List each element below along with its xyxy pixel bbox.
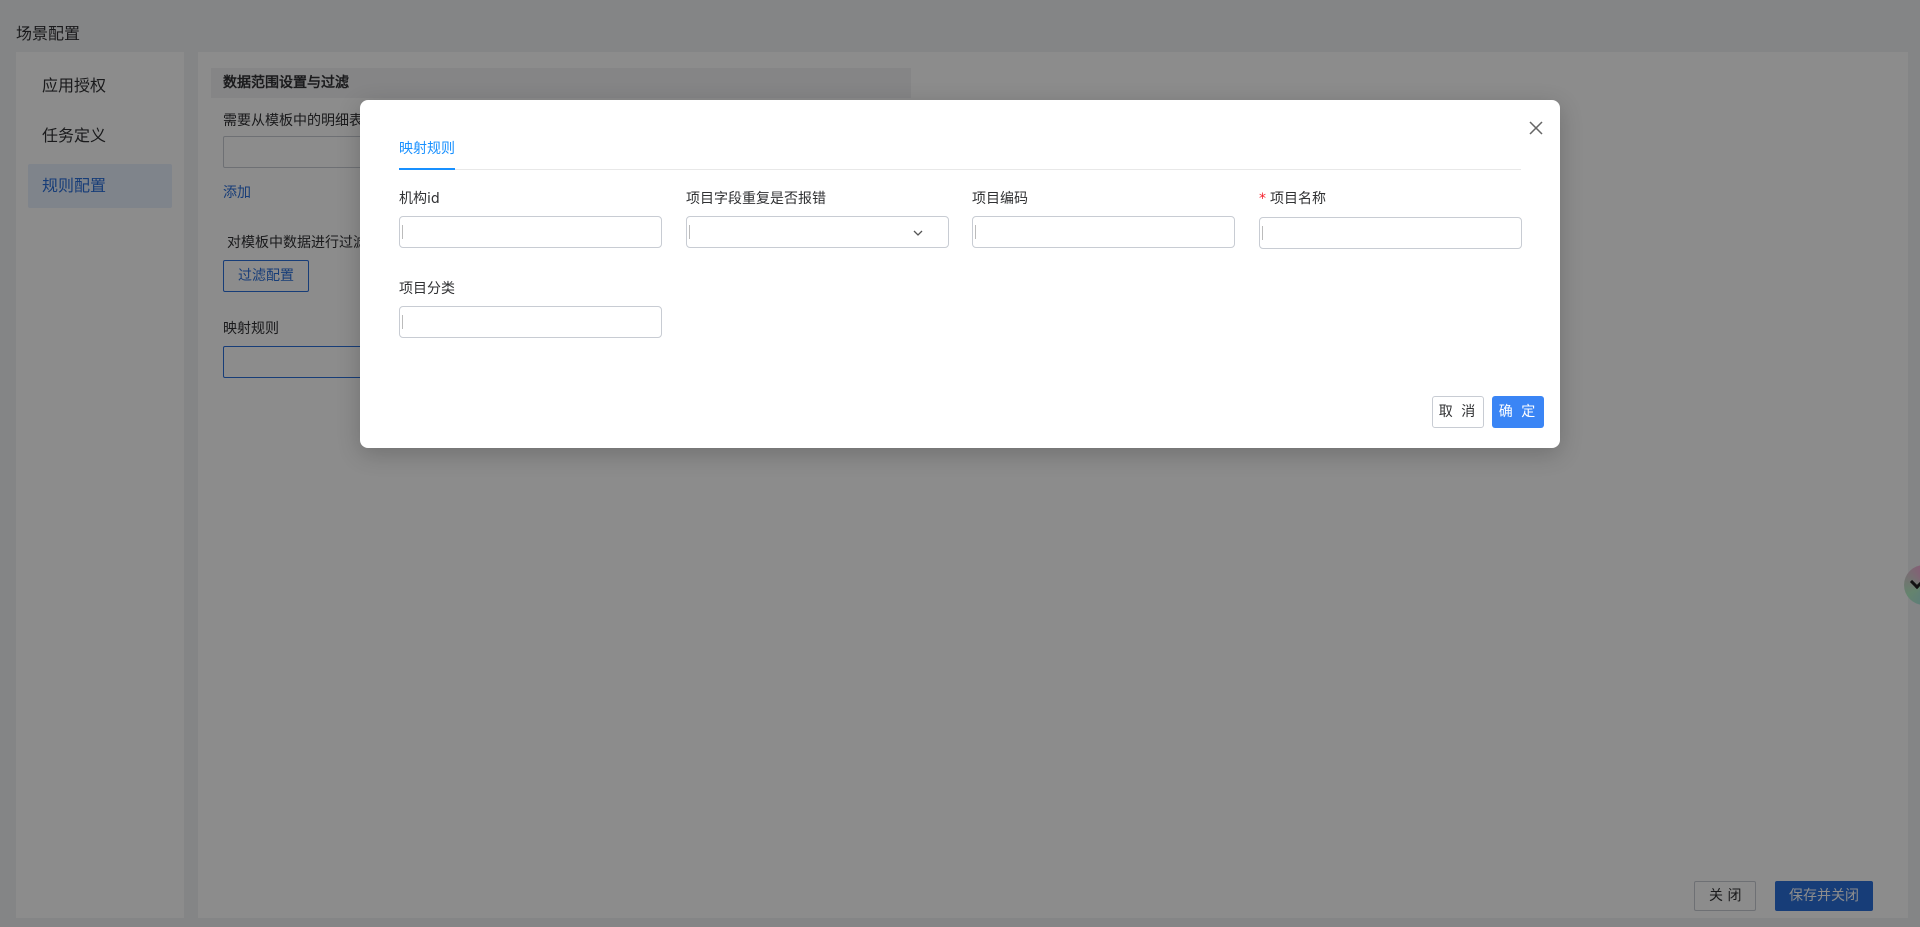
org-id-input[interactable]: [399, 216, 662, 248]
category-label: 项目分类: [399, 281, 455, 297]
dup-error-select[interactable]: [686, 216, 949, 248]
confirm-button[interactable]: 确 定: [1492, 396, 1544, 428]
name-input[interactable]: [1259, 217, 1522, 249]
cancel-button[interactable]: 取 消: [1432, 396, 1484, 428]
tab-mapping-rule[interactable]: 映射规则: [399, 138, 455, 170]
close-icon[interactable]: [1526, 118, 1546, 138]
dialog-tabs: 映射规则: [399, 128, 1521, 170]
mapping-rule-dialog: 映射规则 机构id 项目字段重复是否报错 项目编码 * 项目名称 项目分类 取 消…: [360, 100, 1560, 448]
code-input[interactable]: [972, 216, 1235, 248]
dup-error-label: 项目字段重复是否报错: [686, 191, 826, 207]
org-id-label: 机构id: [399, 191, 440, 207]
required-mark: *: [1259, 191, 1266, 207]
name-label-text: 项目名称: [1270, 191, 1326, 207]
name-label: * 项目名称: [1259, 188, 1326, 208]
category-input[interactable]: [399, 306, 662, 338]
code-label: 项目编码: [972, 191, 1028, 207]
chevron-down-icon: [912, 227, 924, 243]
